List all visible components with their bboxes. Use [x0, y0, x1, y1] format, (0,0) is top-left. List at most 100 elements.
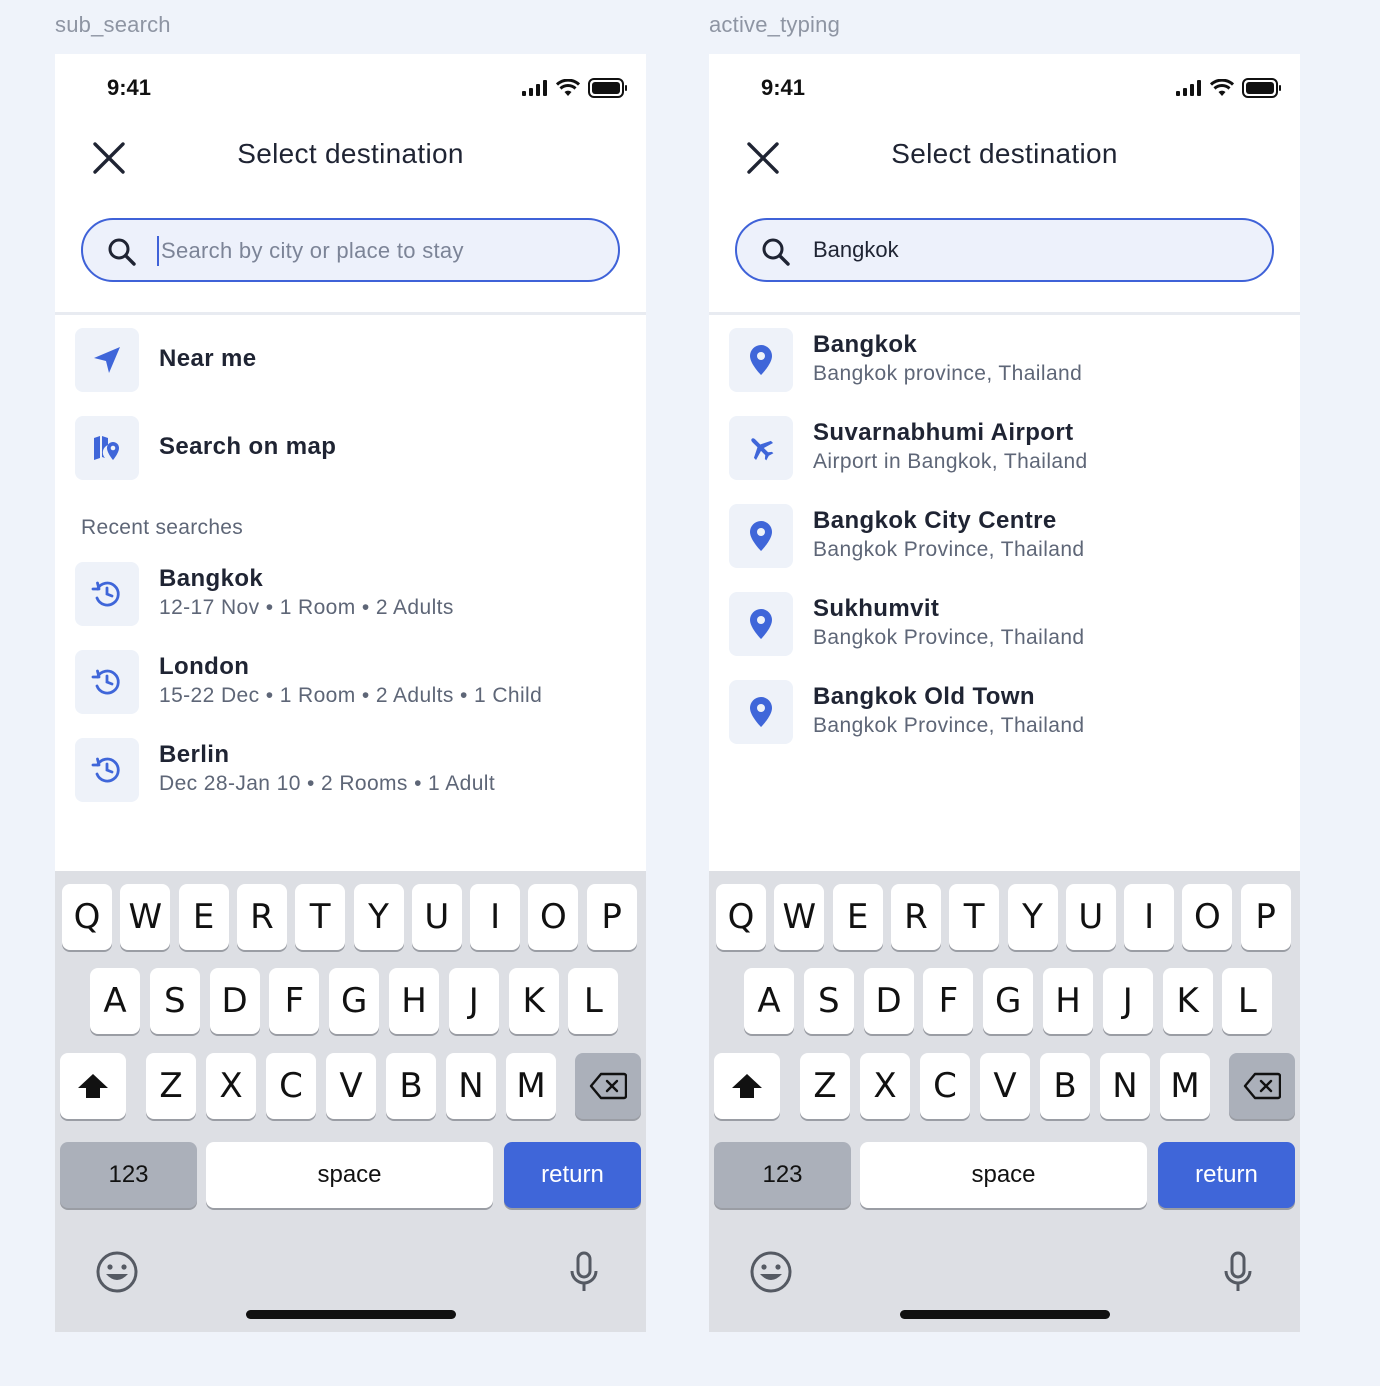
key-a[interactable]: A [744, 968, 794, 1034]
shift-icon [78, 1074, 108, 1098]
emoji-icon[interactable] [95, 1250, 139, 1294]
key-e[interactable]: E [832, 884, 883, 950]
result-item[interactable]: Bangkok Bangkok province, Thailand [729, 328, 1280, 392]
recent-details: 12-17 Nov • 1 Room • 2 Adults [159, 596, 454, 619]
key-q[interactable]: Q [716, 884, 766, 950]
key-x[interactable]: X [206, 1053, 256, 1119]
key-w[interactable]: W [120, 884, 171, 950]
numbers-key[interactable]: 123 [714, 1142, 851, 1208]
key-t[interactable]: T [949, 884, 1000, 950]
search-value: Bangkok [813, 237, 899, 262]
numbers-key[interactable]: 123 [60, 1142, 197, 1208]
search-input[interactable]: Search by city or place to stay [81, 218, 620, 282]
shift-key[interactable] [60, 1053, 126, 1119]
history-icon [91, 669, 120, 695]
key-j[interactable]: J [448, 968, 499, 1034]
airplane-icon [751, 438, 774, 461]
key-i[interactable]: I [1124, 884, 1175, 950]
key-b[interactable]: B [1040, 1053, 1090, 1119]
key-s[interactable]: S [803, 968, 854, 1034]
microphone-icon[interactable] [569, 1250, 599, 1294]
key-c[interactable]: C [266, 1053, 316, 1119]
recent-searches-heading: Recent searches [81, 516, 244, 539]
key-r[interactable]: R [236, 884, 287, 950]
key-v[interactable]: V [326, 1053, 376, 1119]
recent-item[interactable]: Bangkok 12-17 Nov • 1 Room • 2 Adults [75, 562, 626, 626]
key-i[interactable]: I [470, 884, 521, 950]
recent-city: Bangkok [159, 565, 264, 592]
result-item[interactable]: Bangkok City Centre Bangkok Province, Th… [729, 504, 1280, 568]
search-on-map-option[interactable]: Search on map [75, 416, 626, 480]
status-bar: 9:41 [55, 54, 646, 124]
result-item[interactable]: Suvarnabhumi Airport Airport in Bangkok,… [729, 416, 1280, 480]
key-u[interactable]: U [1065, 884, 1116, 950]
key-m[interactable]: M [1160, 1053, 1210, 1119]
key-l[interactable]: L [1222, 968, 1273, 1034]
key-f[interactable]: F [269, 968, 320, 1034]
key-n[interactable]: N [446, 1053, 496, 1119]
backspace-key[interactable] [575, 1053, 641, 1119]
return-key[interactable]: return [1158, 1142, 1295, 1208]
key-o[interactable]: O [528, 884, 579, 950]
key-q[interactable]: Q [62, 884, 112, 950]
battery-icon [588, 78, 627, 98]
key-z[interactable]: Z [800, 1053, 850, 1119]
keyboard: Q W E R T Y U I O P A S D F G H J K L Z X C V B N M 123 space return [709, 871, 1300, 1332]
key-h[interactable]: H [1043, 968, 1093, 1034]
microphone-icon[interactable] [1223, 1250, 1253, 1294]
backspace-key[interactable] [1229, 1053, 1295, 1119]
key-u[interactable]: U [411, 884, 462, 950]
key-o[interactable]: O [1182, 884, 1233, 950]
key-n[interactable]: N [1100, 1053, 1150, 1119]
backspace-icon [589, 1072, 627, 1100]
result-subtitle: Bangkok Province, Thailand [813, 626, 1085, 649]
key-b[interactable]: B [386, 1053, 436, 1119]
key-j[interactable]: J [1102, 968, 1153, 1034]
key-z[interactable]: Z [146, 1053, 196, 1119]
key-d[interactable]: D [863, 968, 914, 1034]
key-x[interactable]: X [860, 1053, 910, 1119]
key-p[interactable]: P [1240, 884, 1291, 950]
home-indicator [246, 1310, 456, 1319]
key-a[interactable]: A [90, 968, 140, 1034]
result-name: Suvarnabhumi Airport [813, 419, 1074, 446]
emoji-icon[interactable] [749, 1250, 793, 1294]
result-name: Sukhumvit [813, 595, 940, 622]
shift-key[interactable] [714, 1053, 780, 1119]
key-w[interactable]: W [774, 884, 825, 950]
search-input[interactable]: Bangkok [735, 218, 1274, 282]
key-f[interactable]: F [923, 968, 974, 1034]
result-subtitle: Bangkok Province, Thailand [813, 538, 1085, 561]
key-p[interactable]: P [586, 884, 637, 950]
return-key[interactable]: return [504, 1142, 641, 1208]
frame-label-right: active_typing [709, 12, 841, 37]
key-k[interactable]: K [508, 968, 559, 1034]
phone-active-typing: 9:41 Select destination Bangkok Bangkok … [709, 54, 1300, 1332]
key-e[interactable]: E [178, 884, 229, 950]
result-item[interactable]: Sukhumvit Bangkok Province, Thailand [729, 592, 1280, 656]
keyboard: Q W E R T Y U I O P A S D F G H J K L Z X C V B N M 123 space return [55, 871, 646, 1332]
space-key[interactable]: space [206, 1142, 493, 1208]
key-l[interactable]: L [568, 968, 619, 1034]
key-h[interactable]: H [389, 968, 439, 1034]
key-c[interactable]: C [920, 1053, 970, 1119]
key-g[interactable]: G [983, 968, 1034, 1034]
near-me-option[interactable]: Near me [75, 328, 626, 392]
key-m[interactable]: M [506, 1053, 556, 1119]
location-pin-icon [750, 521, 772, 551]
key-g[interactable]: G [329, 968, 380, 1034]
search-icon [108, 238, 136, 266]
key-k[interactable]: K [1162, 968, 1213, 1034]
recent-item[interactable]: London 15-22 Dec • 1 Room • 2 Adults • 1… [75, 650, 626, 714]
key-y[interactable]: Y [353, 884, 404, 950]
near-me-label: Near me [159, 345, 257, 372]
key-d[interactable]: D [209, 968, 260, 1034]
key-y[interactable]: Y [1007, 884, 1058, 950]
key-r[interactable]: R [890, 884, 941, 950]
key-t[interactable]: T [295, 884, 346, 950]
key-v[interactable]: V [980, 1053, 1030, 1119]
space-key[interactable]: space [860, 1142, 1147, 1208]
result-item[interactable]: Bangkok Old Town Bangkok Province, Thail… [729, 680, 1280, 744]
key-s[interactable]: S [149, 968, 200, 1034]
recent-item[interactable]: Berlin Dec 28-Jan 10 • 2 Rooms • 1 Adult [75, 738, 626, 802]
